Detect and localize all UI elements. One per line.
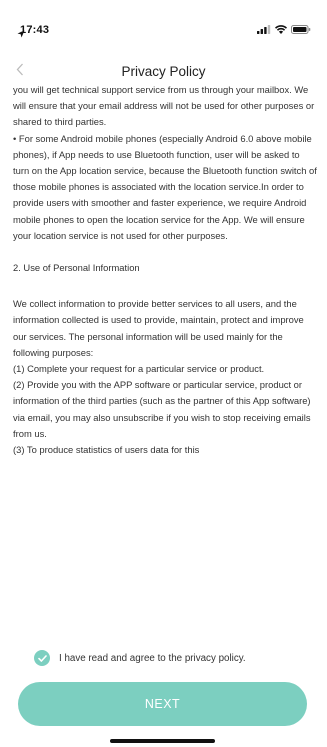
location-arrow-icon	[17, 25, 25, 43]
scroll-fade-overlay	[0, 592, 327, 626]
next-button[interactable]: NEXT	[18, 682, 307, 726]
status-bar: 17:43	[0, 0, 327, 44]
status-icons	[17, 25, 311, 38]
policy-paragraph: you will get technical support service f…	[13, 84, 317, 241]
page-title: Privacy Policy	[121, 64, 206, 79]
home-indicator	[110, 739, 215, 743]
section-heading: 2. Use of Personal Information	[13, 262, 140, 274]
agree-label: I have read and agree to the privacy pol…	[59, 652, 246, 664]
policy-paragraph: We collect information to provide better…	[13, 298, 311, 456]
signal-icon	[257, 21, 271, 39]
wifi-icon	[275, 21, 287, 39]
battery-icon	[291, 21, 311, 39]
policy-text-scroll[interactable]: you will get technical support service f…	[13, 82, 318, 622]
agree-checkbox[interactable]	[34, 650, 50, 666]
agree-row[interactable]: I have read and agree to the privacy pol…	[34, 649, 246, 667]
checkmark-icon	[37, 654, 47, 662]
